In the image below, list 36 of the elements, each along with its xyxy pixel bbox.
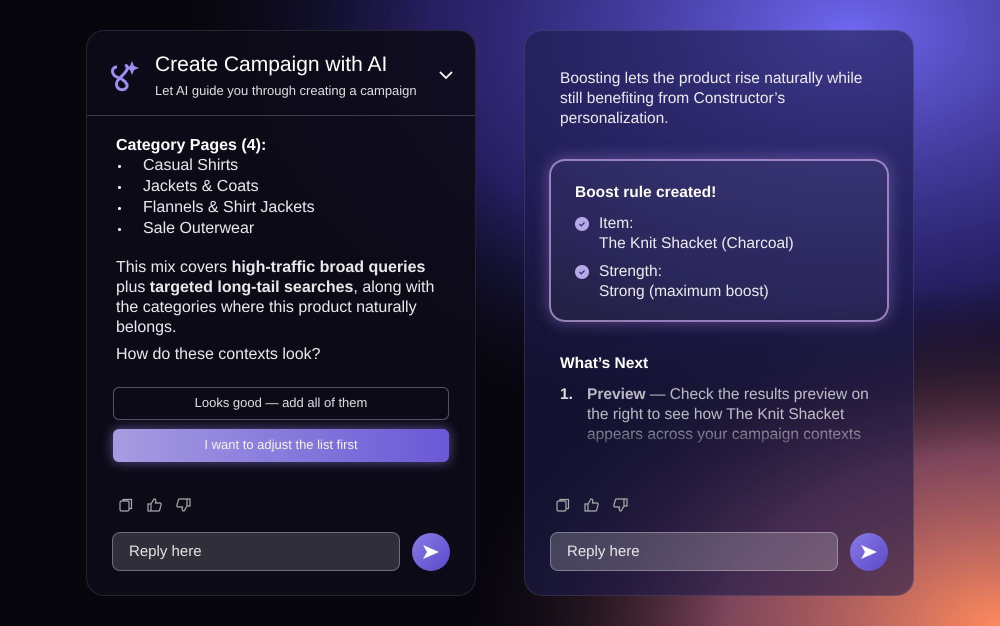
thumbs-up-icon[interactable] [584, 498, 599, 512]
chevron-down-icon[interactable] [439, 71, 453, 80]
thumbs-down-icon[interactable] [613, 498, 628, 512]
category-item: Flannels & Shirt Jackets [143, 198, 315, 218]
check-circle-icon [575, 265, 589, 280]
bullet-icon [118, 186, 121, 188]
option-button[interactable]: Looks good — add all of them [113, 386, 449, 420]
send-button[interactable] [412, 532, 450, 570]
send-icon [860, 544, 878, 560]
sparkle-loop-icon [109, 58, 139, 93]
copy-icon[interactable] [556, 498, 570, 512]
thumbs-down-icon[interactable] [176, 498, 191, 512]
copy-icon[interactable] [119, 498, 133, 512]
step-number: 1. [560, 384, 574, 404]
check-circle-icon [575, 217, 589, 232]
category-heading: Category Pages (4): [116, 136, 268, 156]
intro-paragraph: Boosting lets the product rise naturally while still benefiting from Constructor’s personalization. [560, 69, 864, 129]
thumbs-up-icon[interactable] [147, 498, 162, 512]
rule-value: Strong (maximum boost) [599, 282, 769, 302]
rule-label: Item: [599, 214, 634, 234]
card-title: Boost rule created! [575, 183, 718, 203]
category-item: Casual Shirts [143, 156, 238, 176]
category-item: Sale Outerwear [143, 219, 254, 239]
bullet-icon [118, 228, 121, 230]
panel-title: Create Campaign with AI [155, 52, 388, 78]
summary-paragraph: This mix covers high-traffic broad queries plus targeted long-tail searches, along with the categories where this product naturally belongs. [116, 258, 436, 338]
section-heading: What’s Next [560, 354, 650, 374]
rule-label: Strength: [599, 262, 663, 282]
rule-value: The Knit Shacket (Charcoal) [599, 234, 794, 254]
panel-subtitle: Let AI guide you through creating a campaign [155, 82, 418, 100]
category-item: Jackets & Coats [143, 177, 259, 197]
question-text: How do these contexts look? [116, 344, 322, 364]
bullet-icon [118, 206, 121, 210]
send-icon [422, 544, 440, 560]
bullet-icon [118, 164, 121, 168]
step-text: Preview — Check the results preview on the right to see how The Knit Shacket appears across your campaign contexts [587, 384, 870, 444]
